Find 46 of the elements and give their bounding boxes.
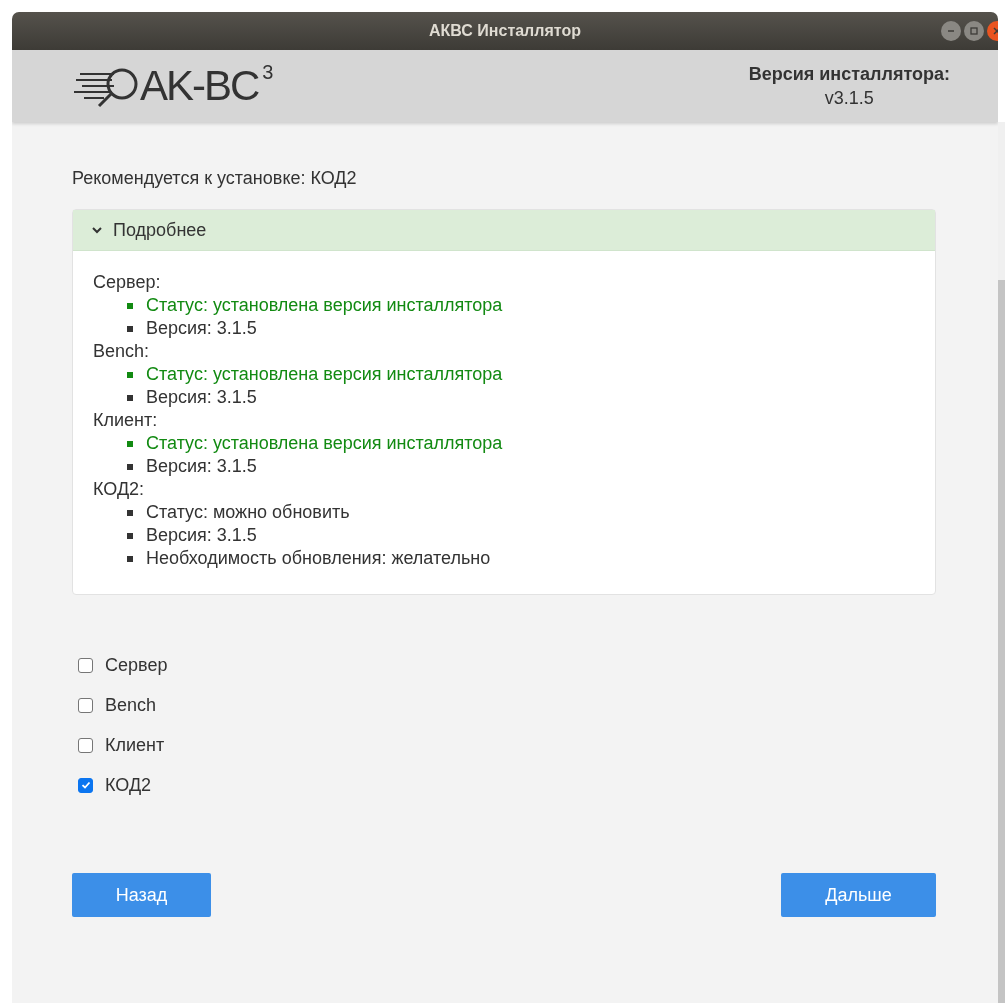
magnifier-icon xyxy=(74,66,140,108)
bullet-icon xyxy=(127,463,133,470)
bullet-icon xyxy=(127,325,133,332)
logo-superscript: 3 xyxy=(262,62,274,82)
checkbox[interactable] xyxy=(78,737,93,753)
component-name: Клиент: xyxy=(93,409,159,432)
back-button[interactable]: Назад xyxy=(72,873,211,917)
checkbox[interactable] xyxy=(78,697,93,713)
checkbox-label: Bench xyxy=(105,694,157,716)
bullet-icon xyxy=(127,394,133,401)
version-label: Версия инсталлятора: xyxy=(748,63,950,85)
logo-text: AK-BC xyxy=(140,62,259,110)
detail-item: Версия: 3.1.5 xyxy=(146,386,257,409)
chevron-icon xyxy=(91,224,103,236)
checkbox-label: КОД2 xyxy=(105,774,152,796)
component-name: Сервер: xyxy=(93,271,162,294)
bullet-icon xyxy=(127,555,133,562)
detail-item: Статус: можно обновить xyxy=(146,501,350,524)
detail-item: Версия: 3.1.5 xyxy=(146,455,257,478)
square-icon xyxy=(969,26,979,36)
checkbox[interactable] xyxy=(78,657,93,673)
scrollbar[interactable] xyxy=(998,122,1005,1003)
bullet-icon xyxy=(127,371,133,378)
checkbox[interactable] xyxy=(78,777,93,793)
bullet-icon xyxy=(127,509,133,516)
bullet-icon xyxy=(127,302,133,309)
next-button[interactable]: Дальше xyxy=(781,873,936,917)
detail-item: Статус: установлена версия инсталлятора xyxy=(146,363,503,386)
detail-item: Версия: 3.1.5 xyxy=(146,524,257,547)
details-toggle[interactable]: Подробнее xyxy=(73,210,935,251)
bullet-icon xyxy=(127,532,133,539)
component-name: КОД2: xyxy=(93,478,146,501)
maximize-button[interactable] xyxy=(964,21,984,41)
detail-item: Статус: установлена версия инсталлятора xyxy=(146,294,503,317)
detail-item: Необходимость обновления: желательно xyxy=(146,547,491,570)
checkbox-label: Клиент xyxy=(105,734,165,756)
detail-item: Статус: установлена версия инсталлятора xyxy=(146,432,503,455)
version-value: v3.1.5 xyxy=(824,87,874,109)
detail-item: Версия: 3.1.5 xyxy=(146,317,257,340)
minimize-button[interactable] xyxy=(941,21,961,41)
component-name: Bench: xyxy=(93,340,151,363)
window-title: АКВС Инсталлятор xyxy=(429,22,581,40)
bullet-icon xyxy=(127,440,133,447)
checkmark-icon xyxy=(80,780,91,790)
recommendation-text: Рекомендуется к установке: КОД2 xyxy=(72,168,358,189)
checkbox-label: Сервер xyxy=(105,654,168,676)
